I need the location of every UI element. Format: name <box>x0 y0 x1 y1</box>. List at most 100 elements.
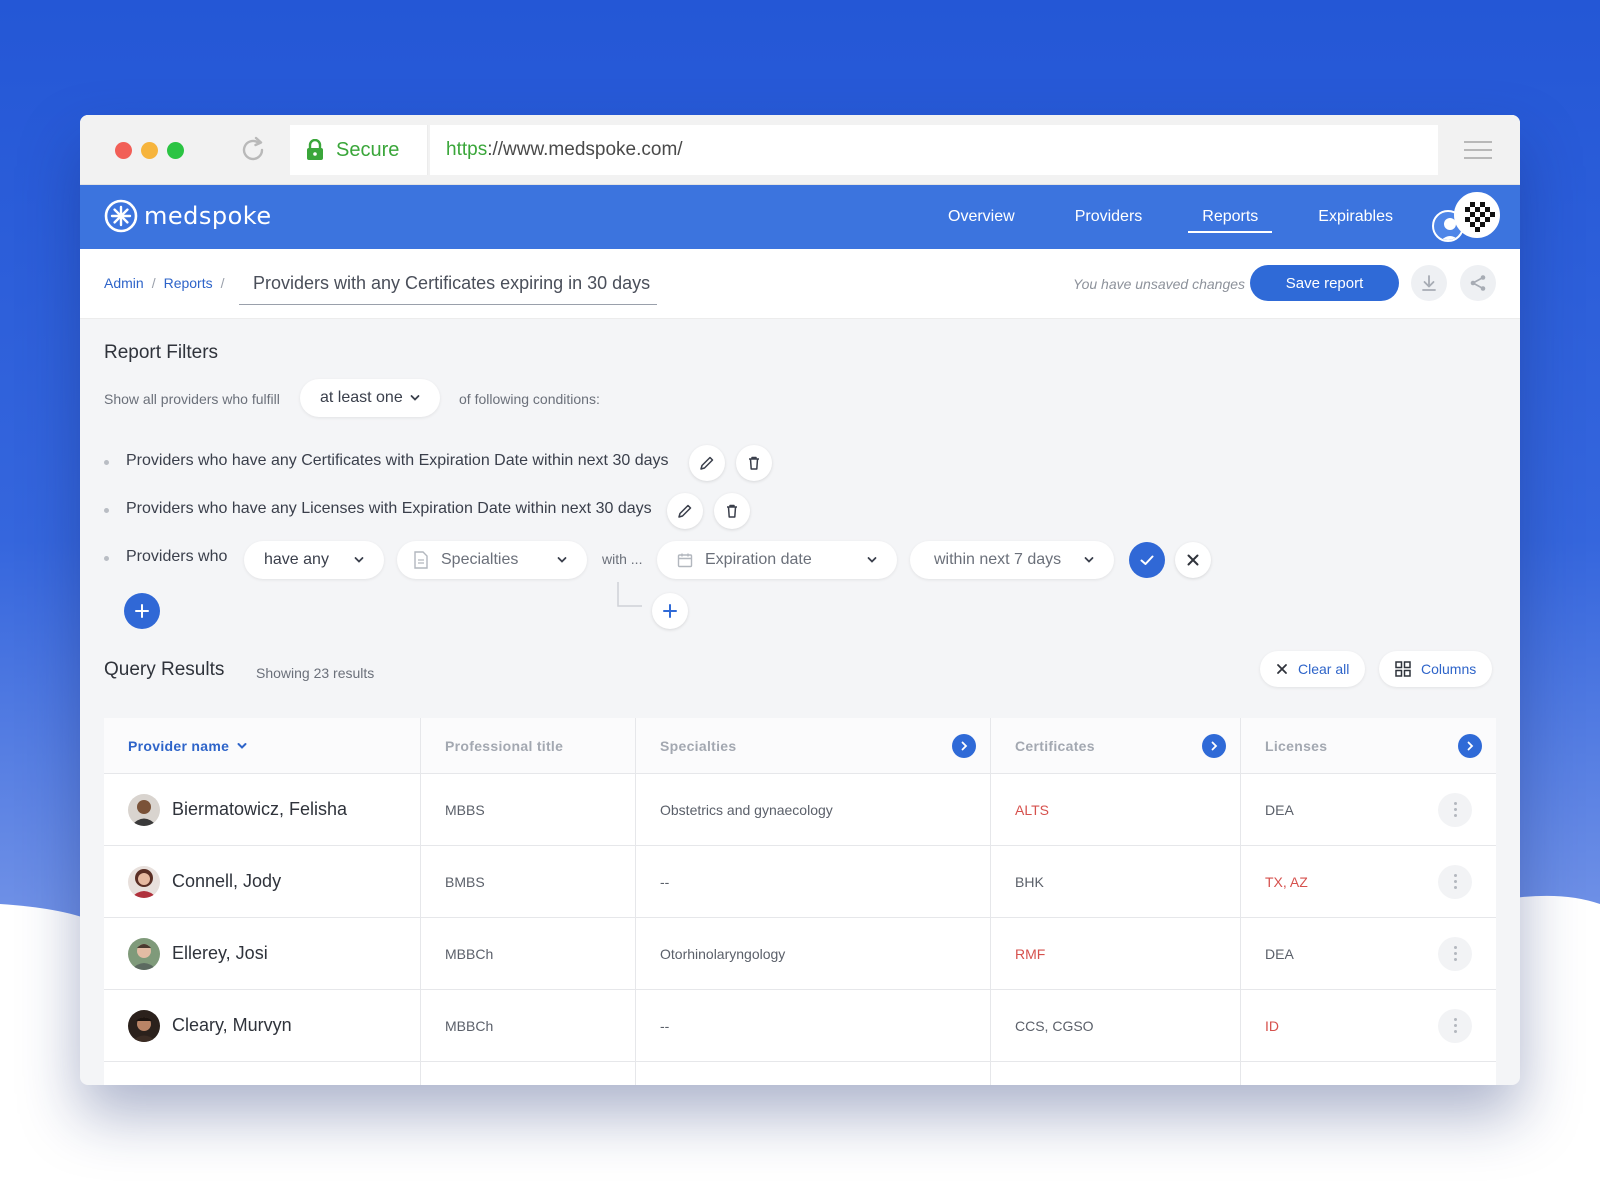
chevron-right-icon <box>961 741 968 750</box>
confirm-condition-button[interactable] <box>1129 542 1165 578</box>
column-header-specialties[interactable]: Specialties <box>636 718 991 773</box>
provider-name-cell: Cleary, Murvyn <box>104 990 421 1061</box>
address-bar[interactable]: https://www.medspoke.com/ <box>430 125 1438 175</box>
share-button[interactable] <box>1460 265 1496 301</box>
organization-avatar[interactable] <box>1454 192 1500 238</box>
filters-intro-suffix: of following conditions: <box>459 391 600 407</box>
condition-text: Providers who have any Licenses with Exp… <box>126 500 652 517</box>
column-header-licenses[interactable]: Licenses <box>1241 718 1496 773</box>
nav-overview[interactable]: Overview <box>918 185 1045 249</box>
provider-name-cell: Connell, Jody <box>104 846 421 917</box>
column-header-certificates[interactable]: Certificates <box>991 718 1241 773</box>
chevron-down-icon <box>557 557 567 563</box>
minimize-window-button[interactable] <box>141 142 158 159</box>
results-table: Provider name Professional title Special… <box>104 718 1496 1085</box>
column-label: Specialties <box>660 737 737 754</box>
range-select[interactable]: within next 7 days <box>910 541 1114 579</box>
quantifier-select[interactable]: have any <box>244 541 384 579</box>
download-button[interactable] <box>1411 265 1447 301</box>
add-condition-button[interactable] <box>124 593 160 629</box>
column-label: Licenses <box>1265 737 1328 754</box>
row-menu-button[interactable] <box>1438 864 1472 899</box>
clear-all-label: Clear all <box>1298 661 1350 677</box>
row-menu-button[interactable] <box>1438 936 1472 971</box>
table-row[interactable]: Ellerey, Josi MBBCh Otorhinolaryngology … <box>104 918 1496 990</box>
expand-column-button[interactable] <box>952 733 976 758</box>
provider-name[interactable]: Cleary, Murvyn <box>172 1015 292 1036</box>
nav-expirables[interactable]: Expirables <box>1288 185 1423 249</box>
chevron-right-icon <box>1467 741 1474 750</box>
chevron-down-icon <box>354 557 364 563</box>
certificates-cell: BHK <box>991 846 1241 917</box>
match-mode-select[interactable]: at least one <box>300 379 440 417</box>
close-window-button[interactable] <box>115 142 132 159</box>
nav-reports[interactable]: Reports <box>1172 185 1288 249</box>
breadcrumb-reports[interactable]: Reports <box>164 275 213 291</box>
cancel-condition-button[interactable] <box>1175 542 1211 578</box>
entity-value: Specialties <box>441 551 519 568</box>
asterisk-logo-icon <box>104 199 138 233</box>
maximize-window-button[interactable] <box>167 142 184 159</box>
bullet <box>104 556 109 561</box>
licenses-cell: TX, AZ <box>1241 846 1496 917</box>
licenses-value: TX, AZ <box>1265 873 1308 890</box>
licenses-cell: DEA <box>1241 774 1496 845</box>
url-scheme: https <box>446 139 488 160</box>
entity-select[interactable]: Specialties <box>397 541 587 579</box>
provider-name[interactable]: Biermatowicz, Felisha <box>172 799 347 820</box>
expand-column-button[interactable] <box>1202 733 1226 758</box>
breadcrumb-admin[interactable]: Admin <box>104 275 144 291</box>
column-header-professional-title[interactable]: Professional title <box>421 718 636 773</box>
edit-condition-button[interactable] <box>689 445 725 481</box>
row-menu-button[interactable] <box>1438 1008 1472 1043</box>
field-select[interactable]: Expiration date <box>657 541 897 579</box>
report-title-input[interactable]: Providers with any Certificates expiring… <box>239 263 657 305</box>
edit-condition-button[interactable] <box>667 493 703 529</box>
specialty-cell: -- <box>636 990 991 1061</box>
bullet <box>104 460 109 465</box>
clear-all-button[interactable]: Clear all <box>1260 651 1366 687</box>
brand-name: medspoke <box>144 202 272 230</box>
expand-column-button[interactable] <box>1458 733 1482 758</box>
user-avatars[interactable] <box>1432 192 1500 242</box>
sort-desc-icon <box>237 742 247 749</box>
columns-button[interactable]: Columns <box>1379 651 1493 687</box>
columns-label: Columns <box>1421 661 1477 677</box>
chevron-down-icon <box>410 395 420 401</box>
table-row[interactable]: Cleary, Murvyn MBBCh -- CCS, CGSO ID <box>104 990 1496 1062</box>
delete-condition-button[interactable] <box>714 493 750 529</box>
report-filters-heading: Report Filters <box>104 342 219 363</box>
delete-condition-button[interactable] <box>736 445 772 481</box>
provider-avatar <box>128 937 160 970</box>
hamburger-menu-icon[interactable] <box>1464 141 1492 159</box>
add-subcondition-button[interactable] <box>652 593 688 629</box>
reload-icon[interactable] <box>238 135 268 165</box>
browser-toolbar: Secure https://www.medspoke.com/ <box>80 115 1520 185</box>
provider-avatar <box>128 793 160 826</box>
table-row[interactable]: Connell, Jody BMBS -- BHK TX, AZ <box>104 846 1496 918</box>
secure-indicator[interactable]: Secure <box>290 125 428 175</box>
brand-logo[interactable]: medspoke <box>104 199 272 233</box>
browser-window: Secure https://www.medspoke.com/ medspok… <box>80 115 1520 1085</box>
url-host: ://www.medspoke.com/ <box>487 139 683 160</box>
save-report-button[interactable]: Save report <box>1250 265 1399 301</box>
nav-providers[interactable]: Providers <box>1045 185 1173 249</box>
column-label: Professional title <box>445 737 564 754</box>
row-menu-button[interactable] <box>1438 792 1472 827</box>
download-icon <box>1422 275 1436 291</box>
calendar-icon <box>677 553 693 568</box>
column-header-provider-name[interactable]: Provider name <box>104 718 421 773</box>
provider-name[interactable]: Ellerey, Josi <box>172 943 268 964</box>
table-row[interactable]: Biermatowicz, Felisha MBBS Obstetrics an… <box>104 774 1496 846</box>
trash-icon <box>727 504 737 518</box>
licenses-cell: ID <box>1241 990 1496 1061</box>
builder-prefix: Providers who <box>126 548 228 565</box>
provider-name-cell: Biermatowicz, Felisha <box>104 774 421 845</box>
licenses-cell: DEA <box>1241 918 1496 989</box>
close-icon <box>1277 664 1287 674</box>
provider-name[interactable]: Connell, Jody <box>172 871 281 892</box>
column-label: Provider name <box>128 737 230 754</box>
range-value: within next 7 days <box>934 551 1062 568</box>
with-label: with ... <box>602 551 643 567</box>
chevron-down-icon <box>1084 557 1094 563</box>
